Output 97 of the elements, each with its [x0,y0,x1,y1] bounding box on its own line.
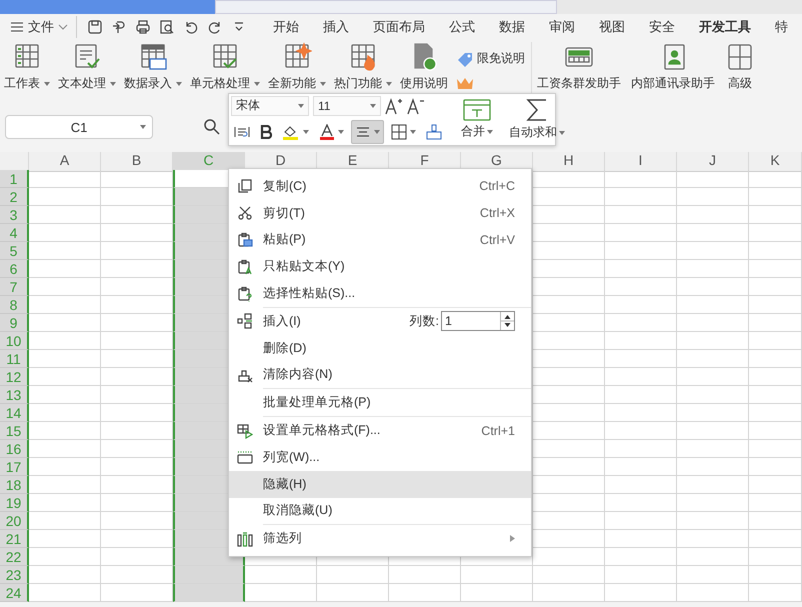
font-size-dropdown[interactable]: 11 [313,96,381,116]
menu-item[interactable]: 粘贴(P) Ctrl+V [229,226,531,254]
font-dropdown[interactable]: 宋体 [231,96,309,116]
merge-icon [463,99,491,121]
name-box[interactable]: C1 [5,115,153,139]
column-header[interactable]: A [29,152,101,172]
align-center-icon [355,124,371,138]
paste-icon [237,232,253,248]
preview-tool[interactable] [159,19,175,35]
insert-icon [237,313,253,330]
column-count-spinner[interactable]: 1 [441,311,515,332]
free-note-button[interactable]: 限免说明 [456,50,525,67]
caret-icon [374,130,380,134]
caret-icon [487,130,493,134]
caret-icon [410,130,416,134]
menu-item[interactable]: 删除(D) [229,334,531,362]
file-menu[interactable]: 文件 [10,16,77,38]
ribbon-button[interactable]: 高级 [720,42,760,92]
menu-tab[interactable]: 视图 [587,14,637,40]
search-icon[interactable] [203,118,221,136]
align-button[interactable] [351,120,384,144]
pastespecial-icon [237,286,253,302]
save-icon [87,19,103,35]
ribbon-button[interactable]: 文本处理 [54,42,120,92]
menu-item[interactable]: 筛选列 [229,525,531,552]
menu-tab[interactable]: 插入 [311,14,361,40]
menu-tab[interactable]: 公式 [437,14,487,40]
menu-item[interactable]: 列宽(W)... [229,444,531,471]
print-tool[interactable] [135,19,151,35]
format-icon [237,422,253,439]
brush-icon [426,124,442,140]
menu-item[interactable]: 插入(I) 列数: 1 [229,308,531,335]
width-icon [237,449,253,466]
ribbon-button[interactable]: 热门功能 [330,42,396,92]
ribbon-button[interactable]: 全新功能 [264,42,330,92]
cut-icon [237,205,253,222]
borders-icon [391,124,407,140]
menu-tab[interactable]: 审阅 [537,14,587,40]
autosum-button[interactable]: 自动求和 [501,98,573,141]
column-header[interactable]: K [749,152,802,172]
ribbon-button[interactable]: 数据录入 [120,42,186,92]
bold-icon [260,124,272,138]
paint-icon [111,19,127,35]
chevron-icon [58,24,68,30]
spinner-arrows-icon[interactable] [500,312,514,330]
menu-item[interactable]: 批量处理单元格(P) [229,389,531,416]
sigma-icon [526,98,548,122]
paint-tool[interactable] [111,19,127,35]
title-bar-tab[interactable] [215,0,557,14]
column-header[interactable]: B [101,152,173,172]
menu-tab[interactable]: 特 [763,14,800,40]
column-header[interactable]: H [533,152,605,172]
column-header[interactable]: I [605,152,677,172]
menu-tab[interactable]: 安全 [637,14,687,40]
caret-icon [298,104,304,108]
caret-icon [370,104,376,108]
menu-tab[interactable]: 开发工具 [687,14,763,40]
select-all-corner[interactable] [0,152,29,172]
menu-item[interactable]: 隐藏(H) [229,470,531,498]
caret-icon [338,130,344,134]
grow-font-icon[interactable] [385,96,403,114]
save-tool[interactable] [87,19,103,35]
merge-button[interactable]: 合并 [453,99,501,140]
grid-cell[interactable] [173,566,245,584]
caret-icon [140,124,146,128]
filter-icon [237,530,253,547]
copy-icon [237,178,253,194]
ribbon-button[interactable]: 工资条群发助手 [532,42,626,92]
menu-tab[interactable]: 页面布局 [361,14,437,40]
title-bar-tab[interactable] [0,0,215,14]
caret-icon [303,130,309,134]
ribbon-button[interactable]: 内部通讯录助手 [626,42,720,92]
menu-item[interactable]: 清除内容(N) [229,362,531,388]
font-color-icon [319,124,335,140]
ribbon-button[interactable]: 单元格处理 [186,42,264,92]
caret-icon [559,130,565,134]
print-icon [135,19,151,35]
preview-icon [159,19,175,35]
menu-item[interactable]: 取消隐藏(U) [229,498,531,524]
fill-bucket-icon [282,124,300,140]
tag-icon [456,50,474,66]
menu-item[interactable]: 设置单元格格式(F)... Ctrl+1 [229,417,531,444]
crown-icon [456,77,474,89]
menu-icon [10,21,24,33]
menu-item[interactable]: 复制(C) Ctrl+C [229,173,531,200]
shrink-font-icon[interactable] [407,96,425,114]
menu-item[interactable]: 选择性粘贴(S)... [229,280,531,307]
menu-tab[interactable]: 数据 [487,14,537,40]
ribbon-button[interactable]: 使用说明 [396,42,452,92]
menu-tab[interactable]: 开始 [261,14,311,40]
ribbon-button[interactable]: 工作表 [0,42,54,92]
menu-item[interactable]: 剪切(T) Ctrl+X [229,200,531,227]
pastetext-icon [237,258,253,275]
column-count-label: 列数: [410,312,439,330]
column-header[interactable]: J [677,152,749,172]
grid-cell[interactable] [173,584,245,602]
menu-item[interactable]: 只粘贴文本(Y) [229,253,531,280]
